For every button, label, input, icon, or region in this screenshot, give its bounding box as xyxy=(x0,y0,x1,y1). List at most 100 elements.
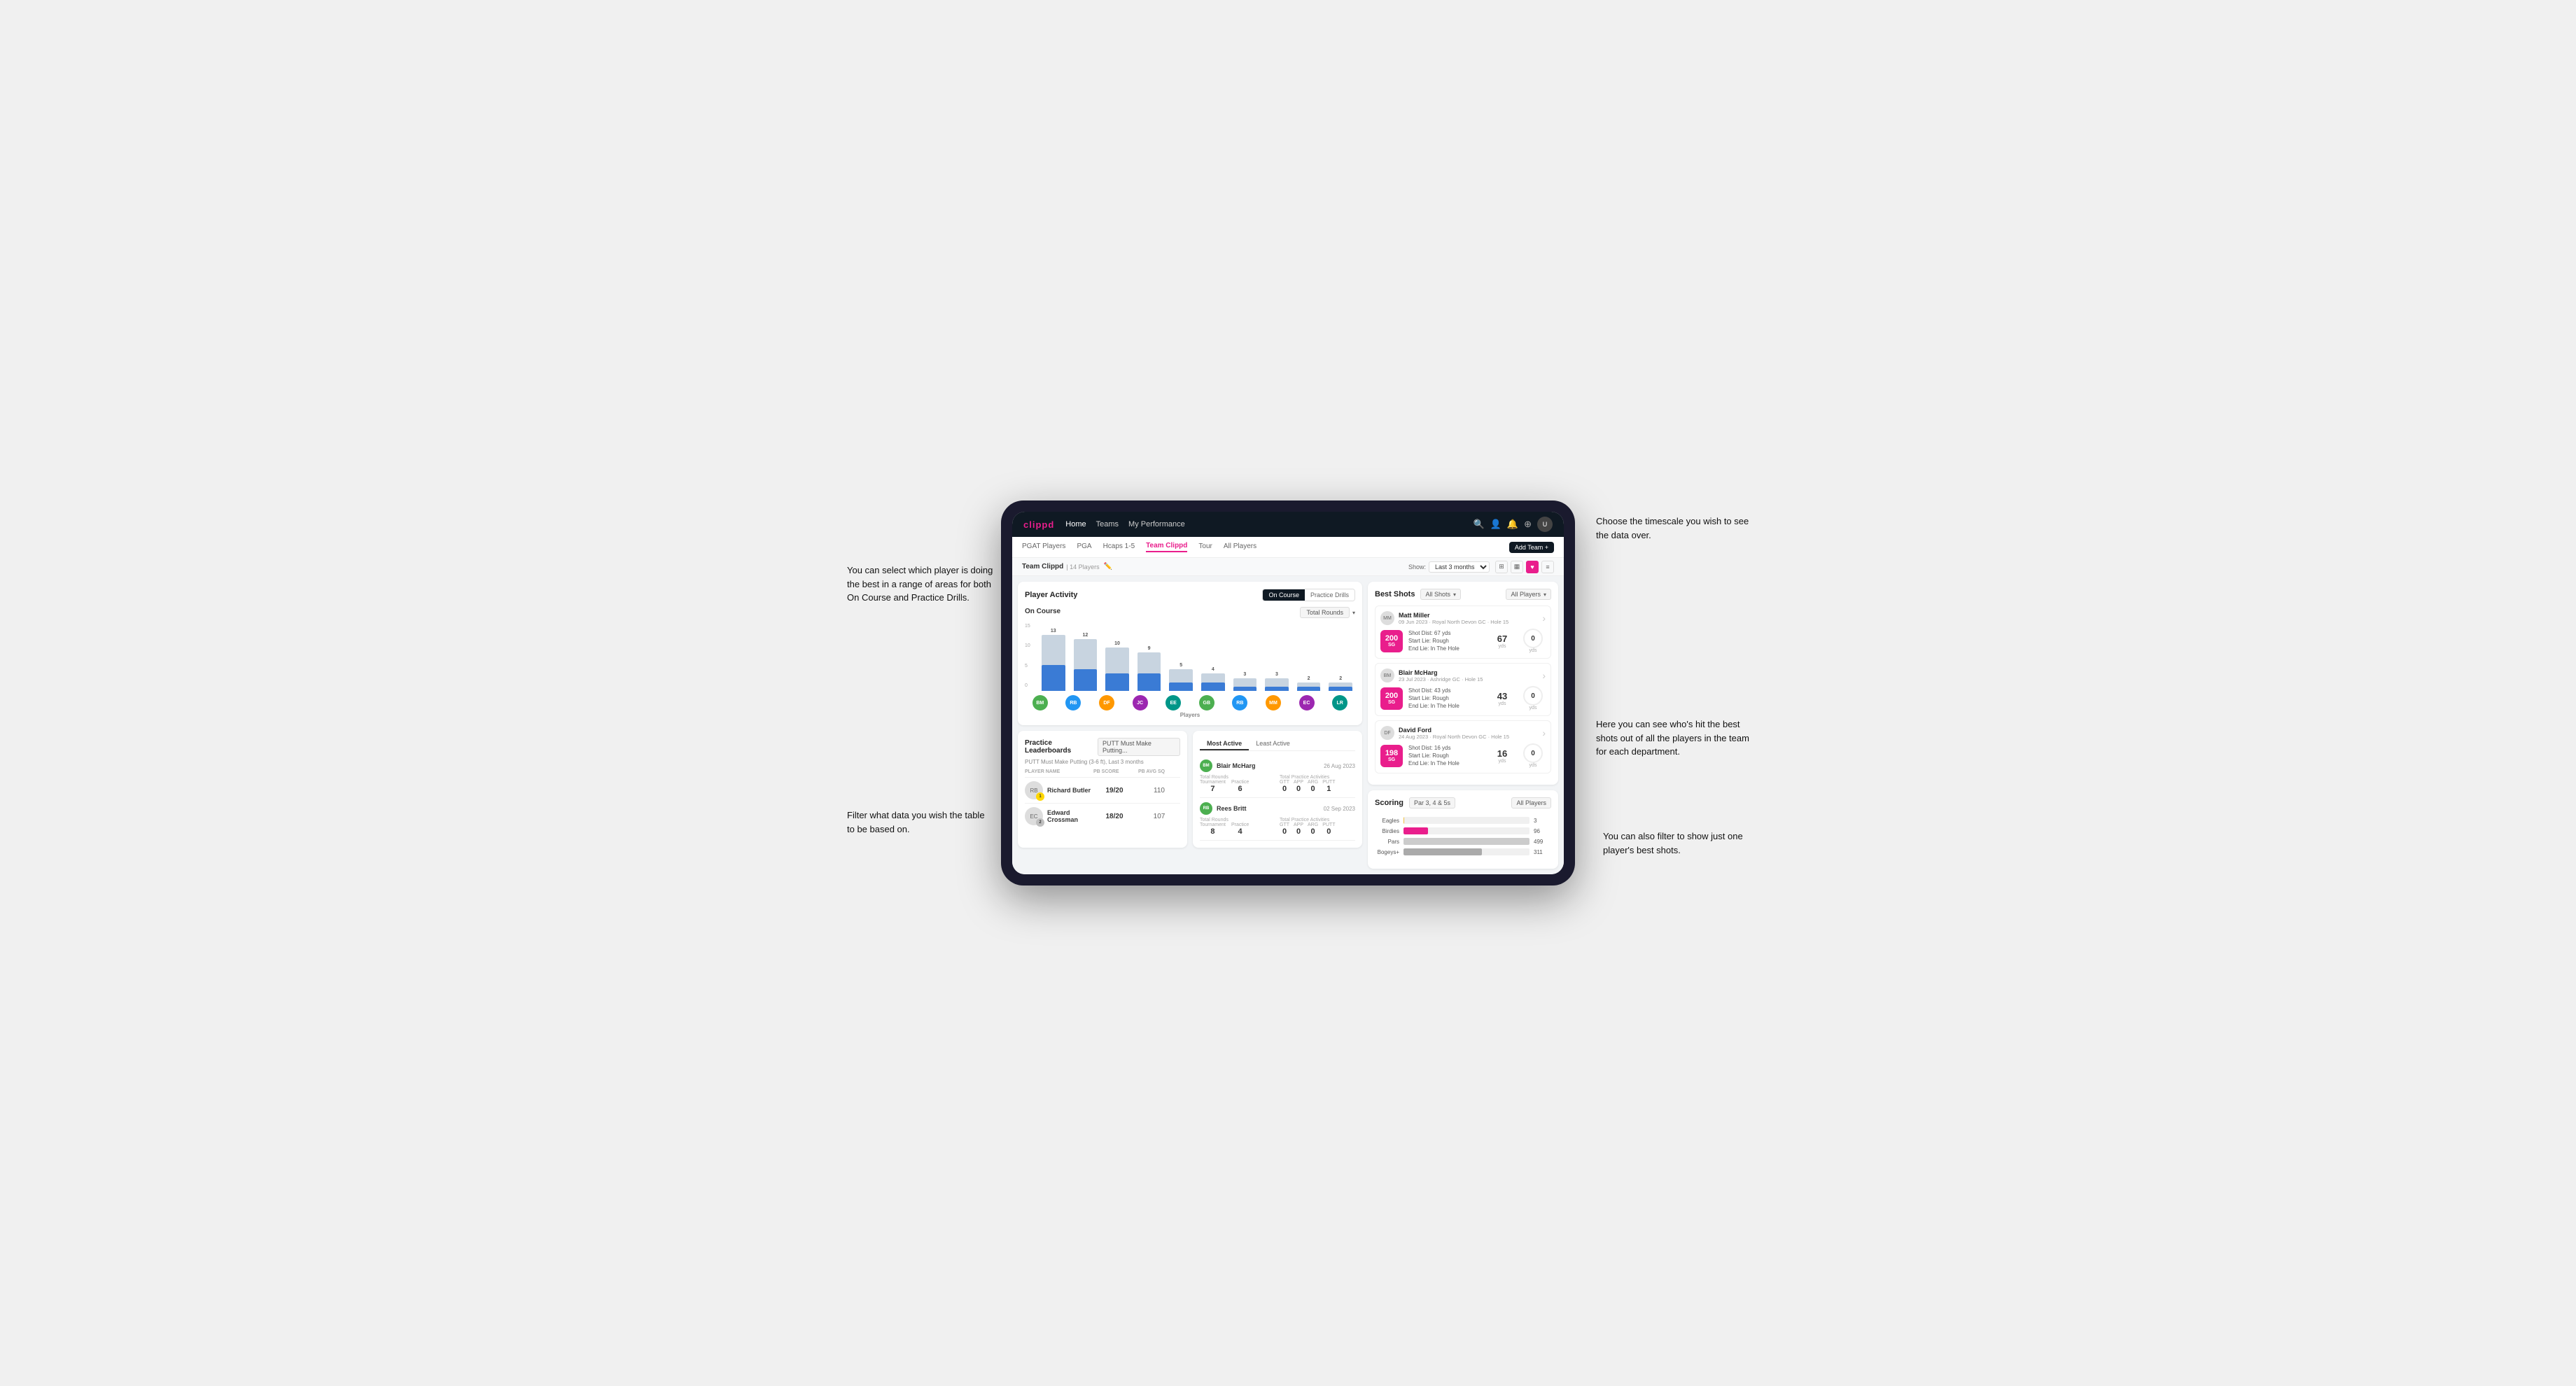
nav-icons: 🔍 👤 🔔 ⊕ U xyxy=(1474,517,1553,532)
ap-header-0: BM Blair McHarg 26 Aug 2023 xyxy=(1200,760,1355,772)
shots-filter-arrow-icon: ▾ xyxy=(1453,592,1456,598)
bar-3 xyxy=(1138,652,1161,691)
scoring-bars: Eagles 3 Birdies 96 Pars 499 Bogeys+ 311 xyxy=(1375,814,1551,862)
ap-player-name-1: Rees Britt xyxy=(1217,805,1247,812)
shot-player-row-2: DF David Ford 24 Aug 2023 · Royal North … xyxy=(1380,726,1546,740)
avatar-col-6: RB xyxy=(1228,695,1253,710)
bar-value-1: 12 xyxy=(1082,633,1088,638)
right-column: Best Shots All Shots ▾ All Players ▾ xyxy=(1368,576,1564,874)
most-active-tab[interactable]: Most Active xyxy=(1200,738,1249,750)
bar-5 xyxy=(1201,673,1225,691)
sub-nav-team-clippd[interactable]: Team Clippd xyxy=(1146,542,1187,552)
leaderboard-columns: PLAYER NAME PB SCORE PB AVG SQ xyxy=(1025,769,1180,774)
sub-nav-all-players[interactable]: All Players xyxy=(1224,542,1256,552)
sub-nav-hcaps[interactable]: Hcaps 1-5 xyxy=(1103,542,1135,552)
annotation-bottom-left: Filter what data you wish the table to b… xyxy=(847,808,994,836)
shot-player-info-0: Matt Miller 09 Jun 2023 · Royal North De… xyxy=(1399,612,1538,625)
nav-home[interactable]: Home xyxy=(1065,520,1086,528)
activity-player-1: RB Rees Britt 02 Sep 2023 Total Rounds T… xyxy=(1200,798,1355,841)
sub-nav: PGAT Players PGA Hcaps 1-5 Team Clippd T… xyxy=(1012,537,1564,558)
shot-details-1: 200 SG Shot Dist: 43 yds Start Lie: Roug… xyxy=(1380,686,1546,710)
least-active-tab[interactable]: Least Active xyxy=(1249,738,1297,750)
all-players-filter[interactable]: All Players ▾ xyxy=(1506,589,1551,600)
view-tile-icon[interactable]: ▦ xyxy=(1511,561,1523,573)
shot-metric2-2: 0 yds xyxy=(1520,743,1546,768)
scoring-val-0: 3 xyxy=(1534,818,1551,824)
ap-stats-0: Total Rounds Tournament 7 Practice 6 Tot… xyxy=(1200,775,1355,793)
team-name: Team Clippd xyxy=(1022,563,1063,570)
shot-info-0: Shot Dist: 67 yds Start Lie: Rough End L… xyxy=(1408,629,1484,653)
search-icon[interactable]: 🔍 xyxy=(1474,519,1485,530)
bar-9 xyxy=(1329,682,1352,691)
scoring-label-0: Eagles xyxy=(1375,818,1399,824)
shot-next-icon-1[interactable]: › xyxy=(1542,670,1546,681)
scoring-label-2: Pars xyxy=(1375,839,1399,845)
avatar-img-2: DF xyxy=(1099,695,1114,710)
bar-value-7: 3 xyxy=(1275,672,1278,677)
x-axis-label: Players xyxy=(1025,712,1355,718)
scoring-val-2: 499 xyxy=(1534,839,1551,845)
scoring-filter[interactable]: Par 3, 4 & 5s xyxy=(1409,797,1455,808)
scoring-card: Scoring Par 3, 4 & 5s All Players Eagles… xyxy=(1368,790,1558,869)
shot-player-detail-2: 24 Aug 2023 · Royal North Devon GC · Hol… xyxy=(1399,734,1538,740)
people-icon[interactable]: 👤 xyxy=(1490,519,1502,530)
bell-icon[interactable]: 🔔 xyxy=(1507,519,1518,530)
shot-badge-1: 200 SG xyxy=(1380,687,1403,710)
add-team-button[interactable]: Add Team + xyxy=(1509,542,1554,553)
sub-nav-tour[interactable]: Tour xyxy=(1198,542,1212,552)
all-shots-filter[interactable]: All Shots ▾ xyxy=(1420,589,1461,600)
sub-nav-pga[interactable]: PGA xyxy=(1077,542,1091,552)
avatar-img-6: RB xyxy=(1232,695,1247,710)
shot-avatar-0: MM xyxy=(1380,611,1394,625)
lb-rank-1: 2 xyxy=(1036,818,1044,827)
bar-col-8: 2 xyxy=(1297,621,1321,691)
bar-value-3: 9 xyxy=(1148,646,1151,651)
leaderboard-filter[interactable]: PUTT Must Make Putting... xyxy=(1098,738,1180,756)
lb-avatar-0: RB 1 xyxy=(1025,781,1043,799)
scoring-bar-row-3: Bogeys+ 311 xyxy=(1375,848,1551,855)
shot-metric2-1: 0 yds xyxy=(1520,686,1546,710)
shot-player-row-1: BM Blair McHarg 23 Jul 2023 · Ashridge G… xyxy=(1380,668,1546,682)
lb-avatar-1: EC 2 xyxy=(1025,807,1043,825)
activity-toggle: On Course Practice Drills xyxy=(1262,589,1355,601)
bottom-row: Practice Leaderboards PUTT Must Make Put… xyxy=(1018,731,1362,848)
scoring-track-0 xyxy=(1404,817,1530,824)
on-course-toggle[interactable]: On Course xyxy=(1263,589,1305,601)
avatar-img-1: RB xyxy=(1065,695,1081,710)
avatar[interactable]: U xyxy=(1537,517,1553,532)
annotation-bot-right: You can also filter to show just one pla… xyxy=(1603,830,1757,857)
view-list-icon[interactable]: ≡ xyxy=(1541,561,1554,573)
nav-my-performance[interactable]: My Performance xyxy=(1128,520,1185,528)
show-select[interactable]: Last 3 months Last month Last 6 months L… xyxy=(1429,561,1490,573)
ap-date-0: 26 Aug 2023 xyxy=(1324,763,1355,769)
total-rounds-filter[interactable]: Total Rounds xyxy=(1300,607,1350,618)
scoring-players-filter[interactable]: All Players xyxy=(1511,797,1551,808)
edit-icon[interactable]: ✏️ xyxy=(1104,563,1112,570)
lb-player-name-0: Richard Butler xyxy=(1047,787,1091,794)
bar-col-3: 9 xyxy=(1138,621,1161,691)
shot-player-info-1: Blair McHarg 23 Jul 2023 · Ashridge GC ·… xyxy=(1399,669,1538,682)
ap-practice-0: Total Practice Activities GTT 0 APP 0 AR… xyxy=(1280,775,1355,793)
lb-avg-0: 110 xyxy=(1138,787,1180,794)
avatar-img-0: BM xyxy=(1032,695,1048,710)
team-header: Team Clippd | 14 Players ✏️ Show: Last 3… xyxy=(1012,558,1564,576)
bar-value-9: 2 xyxy=(1339,676,1342,681)
practice-drills-toggle[interactable]: Practice Drills xyxy=(1305,589,1354,601)
chart-section-title: On Course xyxy=(1025,608,1060,615)
shot-metric1-2: 16 yds xyxy=(1490,748,1515,764)
ap-rounds-1: Total Rounds Tournament 8 Practice 4 xyxy=(1200,818,1275,836)
show-label: Show: xyxy=(1408,564,1426,570)
shot-next-icon-0[interactable]: › xyxy=(1542,612,1546,624)
bar-col-1: 12 xyxy=(1074,621,1098,691)
sub-nav-pgat[interactable]: PGAT Players xyxy=(1022,542,1065,552)
scoring-fill-2 xyxy=(1404,838,1530,845)
bar-2 xyxy=(1105,648,1129,691)
view-heart-icon[interactable]: ♥ xyxy=(1526,561,1539,573)
avatar-img-3: JC xyxy=(1133,695,1148,710)
add-icon[interactable]: ⊕ xyxy=(1524,519,1532,530)
shot-next-icon-2[interactable]: › xyxy=(1542,727,1546,738)
ap-stats-1: Total Rounds Tournament 8 Practice 4 Tot… xyxy=(1200,818,1355,836)
lb-score-1: 18/20 xyxy=(1093,813,1135,820)
view-grid-icon[interactable]: ⊞ xyxy=(1495,561,1508,573)
nav-teams[interactable]: Teams xyxy=(1096,520,1119,528)
